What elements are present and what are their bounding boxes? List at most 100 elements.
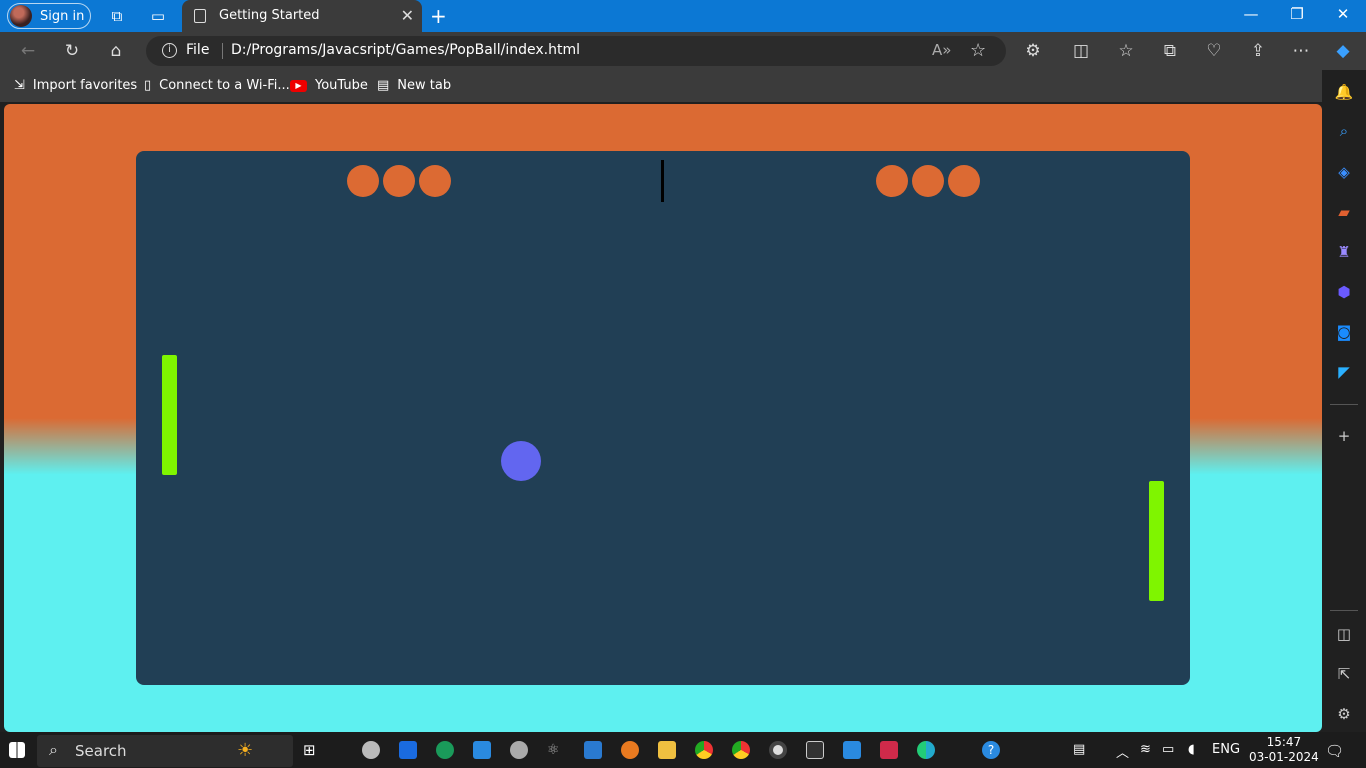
outlook-icon[interactable]: ◙ [1334, 322, 1354, 342]
chevron-up-icon[interactable]: ︿ [1116, 742, 1129, 761]
blender-app-icon[interactable] [621, 741, 639, 759]
page-icon: ▯ [144, 78, 152, 93]
favorite-import[interactable]: ⇲ Import favorites [14, 78, 137, 93]
add-icon[interactable]: + [1334, 426, 1354, 446]
notification-icon[interactable]: 🔔 [1334, 82, 1354, 102]
sign-in-button[interactable]: Sign in [7, 3, 91, 29]
favorite-newtab[interactable]: ▤ New tab [377, 78, 451, 93]
wifi-icon[interactable]: ≋ [1140, 742, 1151, 757]
favorite-star-icon[interactable]: ☆ [970, 40, 986, 61]
file-explorer-icon[interactable] [658, 741, 676, 759]
import-icon: ⇲ [14, 78, 25, 93]
chrome-icon[interactable] [695, 741, 713, 759]
search-icon[interactable]: ⌕ [1334, 121, 1354, 141]
right-life [948, 165, 980, 197]
taskbar-search[interactable]: ⌕ Search ☀ [37, 735, 293, 767]
upwork-app-icon[interactable] [436, 741, 454, 759]
tab-getting-started[interactable]: Getting Started ✕ [182, 0, 422, 32]
close-window-icon[interactable]: ✕ [1333, 5, 1353, 23]
atom-app-icon[interactable]: ⚛ [547, 741, 565, 759]
center-divider [661, 160, 664, 202]
youtube-icon: ▶ [290, 79, 307, 92]
address-bar[interactable]: i File D:/Programs/Javacsript/Games/PopB… [146, 36, 1006, 66]
taskbar: ⌕ Search ☀ ⊞ ⚛ ? ▤ ︿ ≋ ▭ ◖ ENG 15:47 03-… [0, 732, 1366, 768]
shopping-icon[interactable]: ◈ [1334, 162, 1354, 182]
vscode-icon[interactable] [843, 741, 861, 759]
task-view-icon[interactable]: ⊞ [303, 741, 321, 759]
url-text[interactable]: D:/Programs/Javacsript/Games/PopBall/ind… [231, 42, 580, 58]
more-icon[interactable]: ⋯ [1289, 40, 1313, 62]
games-icon[interactable]: ♜ [1334, 242, 1354, 262]
drop-icon[interactable]: ◤ [1334, 362, 1354, 382]
time: 15:47 [1266, 735, 1302, 749]
left-life [347, 165, 379, 197]
divider [222, 43, 223, 59]
minimize-icon[interactable]: — [1241, 5, 1261, 23]
favorite-youtube[interactable]: ▶ YouTube [290, 78, 368, 93]
split-screen-icon[interactable]: ◫ [1069, 40, 1093, 62]
start-icon[interactable] [9, 742, 25, 758]
refresh-icon[interactable]: ↻ [60, 40, 84, 62]
settings-gear-icon[interactable]: ⚙ [1334, 704, 1354, 724]
shield-app-icon[interactable] [473, 741, 491, 759]
clock-app-icon[interactable] [362, 741, 380, 759]
tab-actions-icon[interactable]: ▭ [148, 6, 168, 26]
favorite-label: YouTube [315, 78, 368, 93]
collections-icon[interactable]: ⧉ [1158, 40, 1182, 62]
left-paddle [162, 355, 177, 475]
sidebar-panel-icon[interactable]: ◫ [1334, 624, 1354, 644]
home-icon[interactable]: ⌂ [104, 40, 128, 62]
mail-app-icon[interactable] [584, 741, 602, 759]
ball [501, 441, 541, 481]
volume-icon[interactable]: ◖ [1188, 742, 1195, 757]
clock[interactable]: 15:47 03-01-2024 [1249, 735, 1319, 765]
m365-icon[interactable]: ⬢ [1334, 282, 1354, 302]
extensions-icon[interactable]: ⚙ [1021, 40, 1045, 62]
notifications-icon[interactable]: 🗨 [1325, 742, 1344, 760]
terminal-icon[interactable] [806, 741, 824, 759]
favorites-bar: ⇲ Import favorites ▯ Connect to a Wi-Fi.… [0, 70, 1366, 102]
favorite-wifi[interactable]: ▯ Connect to a Wi-Fi... [144, 78, 290, 93]
edge-icon[interactable] [917, 741, 935, 759]
copilot-icon[interactable]: ◆ [1331, 40, 1355, 62]
restore-icon[interactable]: ❐ [1287, 5, 1307, 23]
new-tab-button[interactable]: + [430, 4, 447, 28]
read-aloud-icon[interactable]: A» [932, 41, 951, 59]
calendar-app-icon[interactable] [399, 741, 417, 759]
favorite-label: New tab [397, 78, 452, 93]
back-icon[interactable]: ← [16, 40, 40, 62]
page-icon [194, 9, 206, 23]
game-board[interactable] [136, 151, 1190, 685]
health-icon[interactable]: ♡ [1202, 40, 1226, 62]
close-tab-icon[interactable]: ✕ [401, 6, 414, 25]
search-icon: ⌕ [49, 740, 58, 759]
share-icon[interactable]: ⇪ [1246, 40, 1270, 62]
avatar [10, 5, 32, 27]
external-link-icon[interactable]: ⇱ [1334, 664, 1354, 684]
scheme-label: File [186, 42, 210, 58]
media-app-icon[interactable] [769, 741, 787, 759]
language-indicator[interactable]: ENG [1212, 742, 1240, 757]
left-life [419, 165, 451, 197]
tools-icon[interactable]: ▰ [1334, 202, 1354, 222]
skull-app-icon[interactable] [510, 741, 528, 759]
right-paddle [1149, 481, 1164, 601]
sidebar-divider [1330, 404, 1358, 405]
search-label: Search [75, 742, 127, 760]
right-life [912, 165, 944, 197]
info-icon[interactable]: i [162, 43, 177, 58]
favorites-icon[interactable]: ☆ [1114, 40, 1138, 62]
right-life [876, 165, 908, 197]
left-life [383, 165, 415, 197]
news-icon[interactable]: ▤ [1073, 742, 1085, 757]
weather-icon: ☀ [237, 740, 254, 761]
app-icon[interactable] [880, 741, 898, 759]
favorite-label: Import favorites [32, 78, 138, 93]
sidebar-divider [1330, 610, 1358, 611]
battery-icon[interactable]: ▭ [1162, 742, 1174, 757]
workspaces-icon[interactable]: ⧉ [107, 6, 127, 26]
sign-in-label: Sign in [40, 8, 85, 24]
chrome-canary-icon[interactable] [732, 741, 750, 759]
help-icon[interactable]: ? [982, 741, 1000, 759]
date: 03-01-2024 [1249, 750, 1319, 764]
